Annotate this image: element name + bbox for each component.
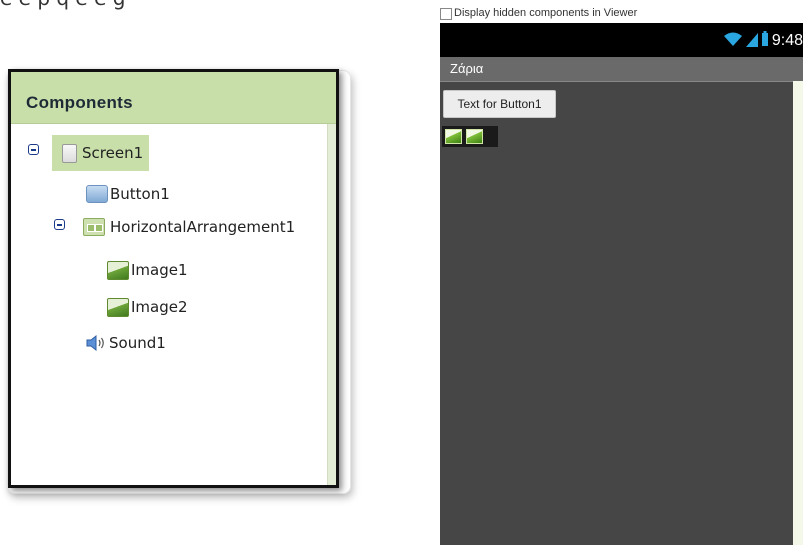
button-icon xyxy=(86,185,108,203)
battery-icon xyxy=(761,30,769,52)
hidden-components-checkbox[interactable] xyxy=(440,8,452,20)
hidden-components-label: Display hidden components in Viewer xyxy=(454,7,638,19)
signal-icon xyxy=(745,31,758,52)
sound-icon xyxy=(85,334,107,352)
viewer-edge-strip xyxy=(793,81,803,545)
tree-item-button1[interactable]: Button1 xyxy=(86,179,170,209)
tree-item-screen1[interactable]: Screen1 xyxy=(52,135,150,171)
status-bar: 9:48 xyxy=(440,23,803,57)
tree-item-label: Button1 xyxy=(110,185,170,203)
image-icon xyxy=(107,297,129,317)
tree-item-horizontalarrangement1[interactable]: HorizontalArrangement1 xyxy=(83,212,295,242)
harr-collapse-toggle[interactable] xyxy=(54,219,65,230)
screen-title-bar: Ζάρια xyxy=(440,57,803,82)
preview-horizontal-arrangement[interactable] xyxy=(442,126,498,147)
wifi-icon xyxy=(723,31,743,52)
tree-item-label: HorizontalArrangement1 xyxy=(110,218,296,236)
components-title: Components xyxy=(26,93,133,112)
components-scrollbar[interactable] xyxy=(327,124,336,485)
tree-item-label: Image1 xyxy=(131,261,188,279)
components-panel: Components Screen1 Button1 HorizontalArr… xyxy=(8,69,339,488)
status-time: 9:48 xyxy=(771,32,803,49)
header-caption: e e p q e e g xyxy=(0,0,803,16)
tree-item-sound1[interactable]: Sound1 xyxy=(85,328,166,358)
tree-item-label: Sound1 xyxy=(109,334,166,352)
tree-item-image2[interactable]: Image2 xyxy=(107,292,188,322)
components-header: Components xyxy=(11,72,336,124)
horizontal-arrangement-icon xyxy=(83,218,105,236)
preview-image1[interactable] xyxy=(445,129,462,144)
screen-title: Ζάρια xyxy=(450,61,484,76)
preview-image2[interactable] xyxy=(466,129,483,144)
status-icons: 9:48 xyxy=(723,29,803,53)
image-icon xyxy=(107,260,129,280)
tree-item-image1[interactable]: Image1 xyxy=(107,255,188,285)
tree-item-label: Image2 xyxy=(131,298,188,316)
tree-item-label: Screen1 xyxy=(82,144,144,162)
preview-button1[interactable]: Text for Button1 xyxy=(443,90,556,118)
screen-icon xyxy=(62,143,77,163)
phone-viewer: 9:48 Ζάρια Text for Button1 xyxy=(440,23,803,545)
screen1-collapse-toggle[interactable] xyxy=(28,144,39,155)
